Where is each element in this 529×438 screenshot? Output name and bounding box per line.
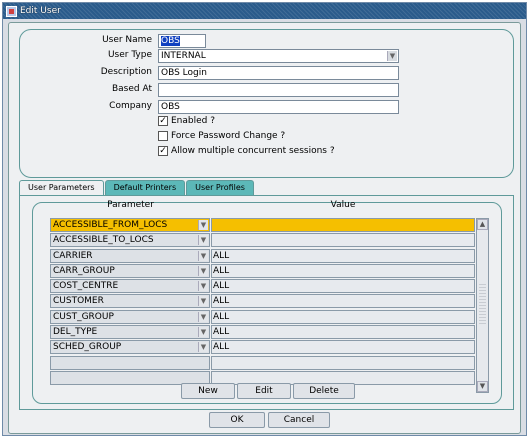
scroll-up-icon[interactable]: ▲ — [477, 219, 488, 230]
based-at-field[interactable] — [158, 83, 399, 97]
value-cell[interactable]: ALL — [211, 340, 475, 354]
parameter-cell[interactable]: CUSTOMER ▼ — [50, 294, 210, 308]
chevron-down-icon[interactable]: ▼ — [198, 266, 208, 276]
edit-user-window: Edit User User Name OBS User Type INTERN… — [2, 2, 527, 436]
user-name-label: User Name — [102, 35, 152, 45]
new-button[interactable]: New — [181, 383, 235, 399]
parameter-column-header: Parameter — [107, 200, 154, 210]
chevron-down-icon[interactable]: ▼ — [198, 327, 208, 337]
tab-user-parameters[interactable]: User Parameters — [19, 180, 104, 196]
parameter-cell[interactable]: CARRIER ▼ — [50, 249, 210, 263]
checkbox-checked-icon[interactable]: ✓ — [158, 116, 168, 126]
parameters-grid: Parameter Value ACCESSIBLE_FROM_LOCS ▼ AC… — [32, 200, 502, 404]
value-cell[interactable]: ALL — [211, 310, 475, 324]
parameter-cell[interactable]: CARR_GROUP ▼ — [50, 264, 210, 278]
description-label: Description — [100, 67, 152, 77]
chevron-down-icon[interactable]: ▼ — [198, 342, 208, 352]
ok-button[interactable]: OK — [209, 412, 265, 428]
parameter-cell[interactable] — [50, 356, 210, 370]
value-cell[interactable]: ALL — [211, 325, 475, 339]
enabled-label: Enabled ? — [171, 116, 216, 126]
allow-multiple-sessions-checkbox[interactable]: ✓ Allow multiple concurrent sessions ? — [158, 146, 335, 156]
app-icon — [6, 5, 17, 17]
user-type-select[interactable]: INTERNAL ▼ — [158, 49, 399, 63]
cancel-button[interactable]: Cancel — [268, 412, 330, 428]
delete-button[interactable]: Delete — [293, 383, 355, 399]
value-cell[interactable]: ALL — [211, 264, 475, 278]
parameter-cell[interactable]: CUST_GROUP ▼ — [50, 310, 210, 324]
scroll-down-icon[interactable]: ▼ — [477, 381, 488, 392]
tab-strip: User Parameters Default Printers User Pr… — [19, 180, 255, 196]
chevron-down-icon[interactable]: ▼ — [198, 220, 208, 230]
checkbox-checked-icon[interactable]: ✓ — [158, 146, 168, 156]
chevron-down-icon[interactable]: ▼ — [198, 312, 208, 322]
dialog-content: User Name OBS User Type INTERNAL ▼ Descr… — [8, 22, 521, 434]
company-field[interactable]: OBS — [158, 100, 399, 114]
value-cell[interactable]: ALL — [211, 249, 475, 263]
chevron-down-icon[interactable]: ▼ — [198, 296, 208, 306]
user-type-label: User Type — [107, 50, 152, 60]
edit-button[interactable]: Edit — [237, 383, 291, 399]
description-field[interactable]: OBS Login — [158, 66, 399, 80]
value-cell[interactable]: ALL — [211, 294, 475, 308]
parameter-cell[interactable]: DEL_TYPE ▼ — [50, 325, 210, 339]
tab-user-profiles[interactable]: User Profiles — [186, 180, 254, 195]
user-details-panel: User Name OBS User Type INTERNAL ▼ Descr… — [19, 29, 514, 178]
company-label: Company — [109, 101, 152, 111]
value-cell[interactable] — [211, 233, 475, 247]
parameter-cell[interactable]: SCHED_GROUP ▼ — [50, 340, 210, 354]
chevron-down-icon[interactable]: ▼ — [198, 281, 208, 291]
tab-default-printers[interactable]: Default Printers — [104, 180, 186, 195]
allow-multiple-sessions-label: Allow multiple concurrent sessions ? — [171, 146, 335, 156]
chevron-down-icon[interactable]: ▼ — [198, 235, 208, 245]
value-cell[interactable]: ALL — [211, 279, 475, 293]
force-password-change-label: Force Password Change ? — [171, 131, 286, 141]
parameter-cell[interactable]: ACCESSIBLE_FROM_LOCS ▼ — [50, 218, 210, 232]
scroll-grip[interactable] — [479, 284, 486, 324]
value-cell[interactable] — [211, 218, 475, 232]
enabled-checkbox[interactable]: ✓ Enabled ? — [158, 116, 215, 126]
parameter-cell[interactable]: COST_CENTRE ▼ — [50, 279, 210, 293]
based-at-label: Based At — [111, 84, 152, 94]
checkbox-unchecked-icon[interactable] — [158, 131, 168, 141]
chevron-down-icon[interactable]: ▼ — [198, 251, 208, 261]
chevron-down-icon[interactable]: ▼ — [387, 51, 397, 61]
value-column-header: Value — [330, 200, 356, 210]
grid-scrollbar[interactable]: ▲ ▼ — [476, 218, 489, 393]
window-title: Edit User — [20, 6, 61, 16]
parameter-cell[interactable]: ACCESSIBLE_TO_LOCS ▼ — [50, 233, 210, 247]
force-password-change-checkbox[interactable]: Force Password Change ? — [158, 131, 285, 141]
user-parameters-panel: Parameter Value ACCESSIBLE_FROM_LOCS ▼ AC… — [19, 195, 514, 410]
title-bar[interactable]: Edit User — [3, 3, 526, 19]
user-name-field[interactable]: OBS — [158, 34, 206, 48]
value-cell[interactable] — [211, 356, 475, 370]
